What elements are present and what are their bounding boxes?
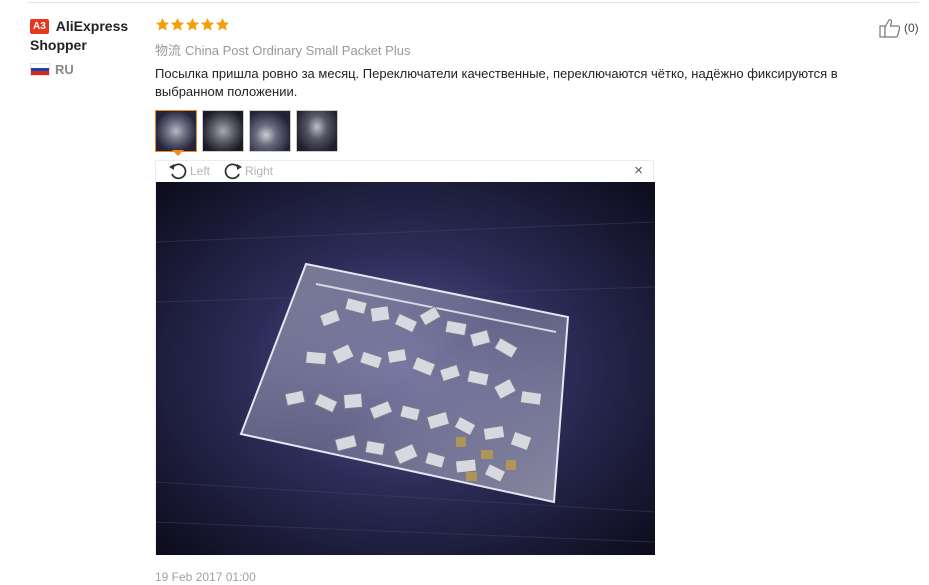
- reviewer-info: A3 AliExpress Shopper RU: [30, 17, 145, 78]
- review-photo: [156, 182, 655, 555]
- photo-illustration: [156, 182, 655, 555]
- photo-thumbnail[interactable]: [202, 110, 244, 152]
- rotate-right-button[interactable]: Right: [223, 161, 273, 181]
- review-date: 19 Feb 2017 01:00: [155, 570, 256, 584]
- photo-viewer: Left Right ×: [155, 160, 655, 555]
- review-text: Посылка пришла ровно за месяц. Переключа…: [155, 66, 838, 99]
- photo-thumbnail[interactable]: [296, 110, 338, 152]
- star-icon: [185, 17, 200, 31]
- helpful-vote[interactable]: (0): [879, 18, 919, 38]
- viewer-toolbar: Left Right ×: [156, 161, 653, 182]
- reviewer-country: RU: [30, 62, 145, 78]
- rotate-left-label: Left: [190, 164, 211, 178]
- star-icon: [200, 17, 215, 31]
- logistics-label: 物流: [155, 43, 182, 58]
- photo-thumbnail[interactable]: [249, 110, 291, 152]
- rotate-right-icon: [224, 163, 242, 180]
- star-icon: [215, 17, 230, 31]
- photo-thumbnail[interactable]: [155, 110, 197, 152]
- rotate-left-button[interactable]: Left: [168, 161, 210, 181]
- star-rating: [155, 17, 230, 33]
- star-icon: [170, 17, 185, 31]
- active-thumbnail-indicator: [172, 150, 184, 156]
- rotate-right-label: Right: [245, 164, 274, 178]
- reviewer-level-badge: A3: [30, 19, 49, 34]
- rotate-left-icon: [169, 163, 187, 180]
- russia-flag-icon: [30, 63, 50, 76]
- country-code: RU: [55, 62, 74, 77]
- thumbs-up-icon: [879, 19, 901, 38]
- logistics-value: China Post Ordinary Small Packet Plus: [185, 43, 411, 58]
- close-viewer-button[interactable]: ×: [634, 163, 643, 178]
- top-divider: [28, 2, 919, 3]
- star-icon: [155, 17, 170, 31]
- helpful-count: (0): [904, 21, 919, 35]
- logistics-info: 物流 China Post Ordinary Small Packet Plus: [155, 40, 410, 59]
- reviewer-name-line: A3 AliExpress Shopper: [30, 17, 145, 55]
